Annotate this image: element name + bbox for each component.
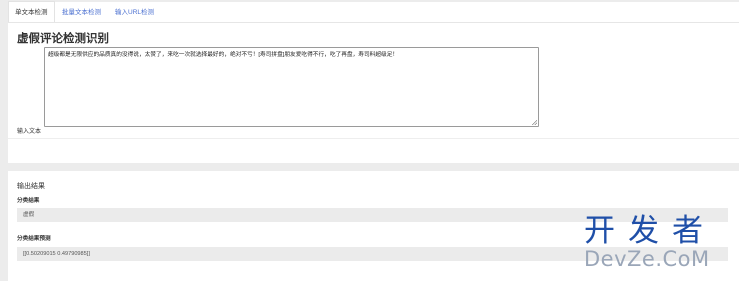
resize-handle-icon[interactable] (532, 120, 537, 125)
tab-single-text[interactable]: 单文本检测 (8, 1, 55, 22)
tab-url-detect[interactable]: 输入URL检测 (109, 2, 160, 22)
input-text-value: 超级都是无限供应的品质真的没得说，太赞了，来吃一次就选择最好的，绝对不亏！[寿司… (48, 52, 399, 58)
output-panel: 输出结果 分类结果 虚假 分类结果预测 [[0.50209015 0.49790… (8, 171, 739, 281)
classification-result-field[interactable]: 虚假 (17, 208, 728, 222)
prediction-result-field[interactable]: [[0.50209015 0.49790985]] (17, 247, 728, 261)
classification-label: 分类结果 (17, 198, 40, 204)
prediction-label: 分类结果预测 (17, 236, 51, 242)
prediction-result-value: [[0.50209015 0.49790985]] (23, 251, 90, 257)
input-text-area[interactable]: 超级都是无限供应的品质真的没得说，太赞了，来吃一次就选择最好的，绝对不亏！[寿司… (44, 47, 539, 127)
output-heading: 输出结果 (17, 183, 45, 190)
divider (8, 138, 739, 139)
single-text-panel: 单文本检测 批量文本检测 输入URL检测 虚假评论检测识别 输入文本 超级都是无… (8, 1, 739, 163)
page-title: 虚假评论检测识别 (17, 33, 109, 45)
classification-result-value: 虚假 (23, 212, 35, 218)
tab-batch-text[interactable]: 批量文本检测 (56, 2, 107, 22)
input-text-label: 输入文本 (17, 129, 42, 135)
tab-bar: 单文本检测 批量文本检测 输入URL检测 (8, 1, 739, 23)
